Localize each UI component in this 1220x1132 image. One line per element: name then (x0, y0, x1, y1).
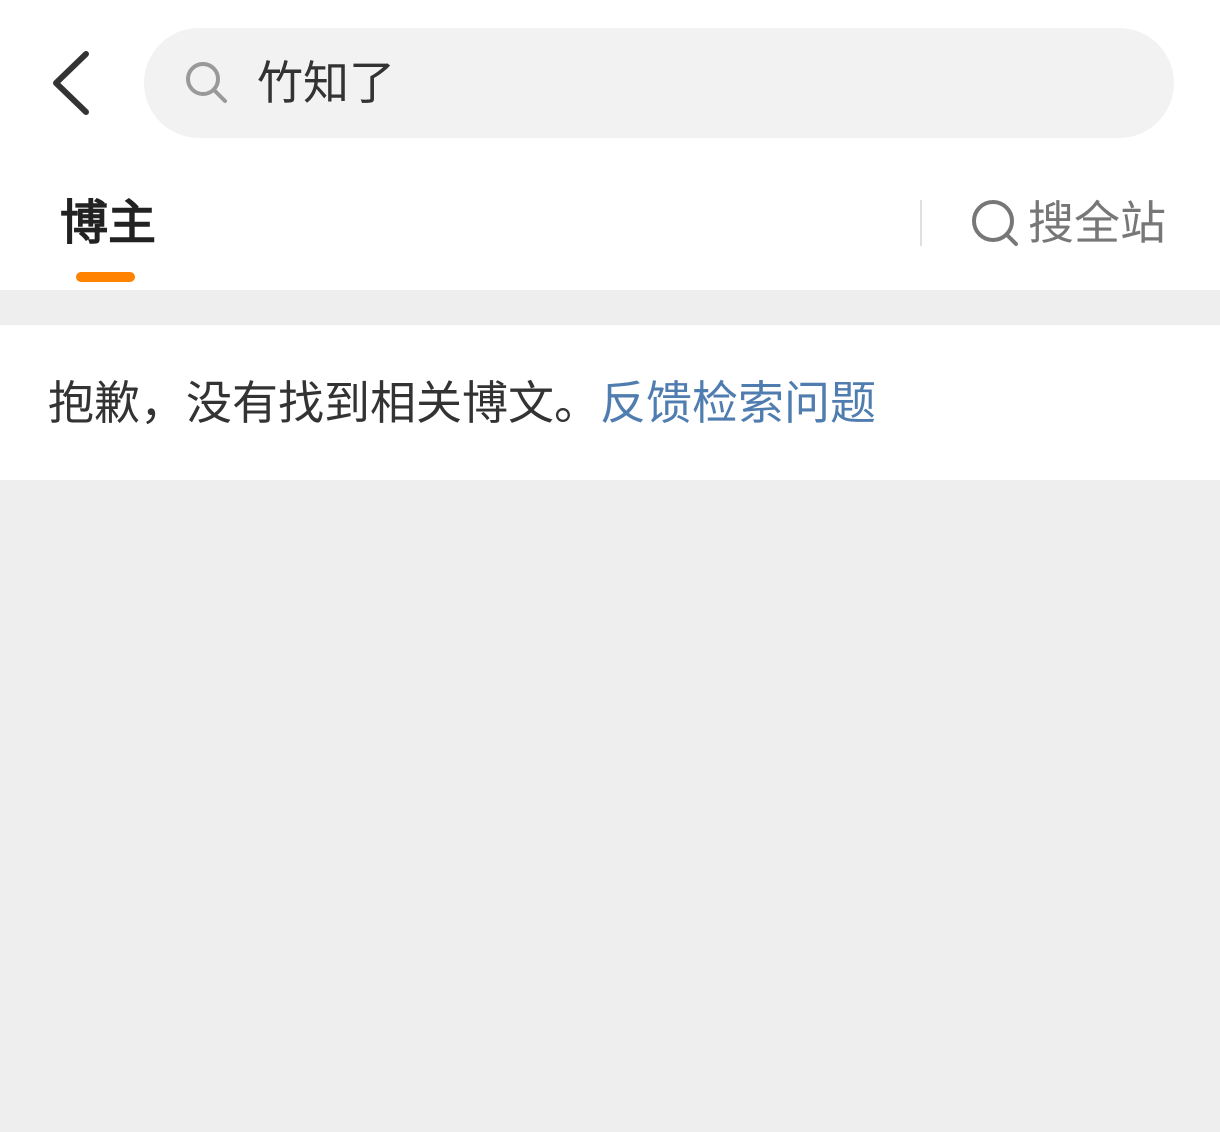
empty-result-card: 抱歉，没有找到相关博文。反馈检索问题 (0, 325, 1220, 480)
back-button[interactable] (38, 38, 108, 128)
chevron-left-icon (53, 51, 89, 115)
no-results-text: 抱歉，没有找到相关博文。 (48, 376, 600, 430)
search-whole-site-label: 搜全站 (1028, 196, 1166, 250)
tab-blogger-label: 博主 (60, 195, 157, 251)
search-query-text[interactable]: 竹知了 (257, 52, 395, 114)
search-icon (970, 198, 1020, 248)
search-icon (184, 60, 230, 106)
tab-blogger[interactable]: 博主 (60, 190, 157, 282)
feedback-link[interactable]: 反馈检索问题 (600, 376, 876, 430)
empty-result-message: 抱歉，没有找到相关博文。反馈检索问题 (48, 370, 876, 436)
top-bar: 竹知了 博主 搜全站 (0, 0, 1220, 290)
search-input[interactable]: 竹知了 (144, 28, 1174, 138)
tab-divider (920, 200, 922, 246)
active-tab-indicator (76, 272, 135, 282)
